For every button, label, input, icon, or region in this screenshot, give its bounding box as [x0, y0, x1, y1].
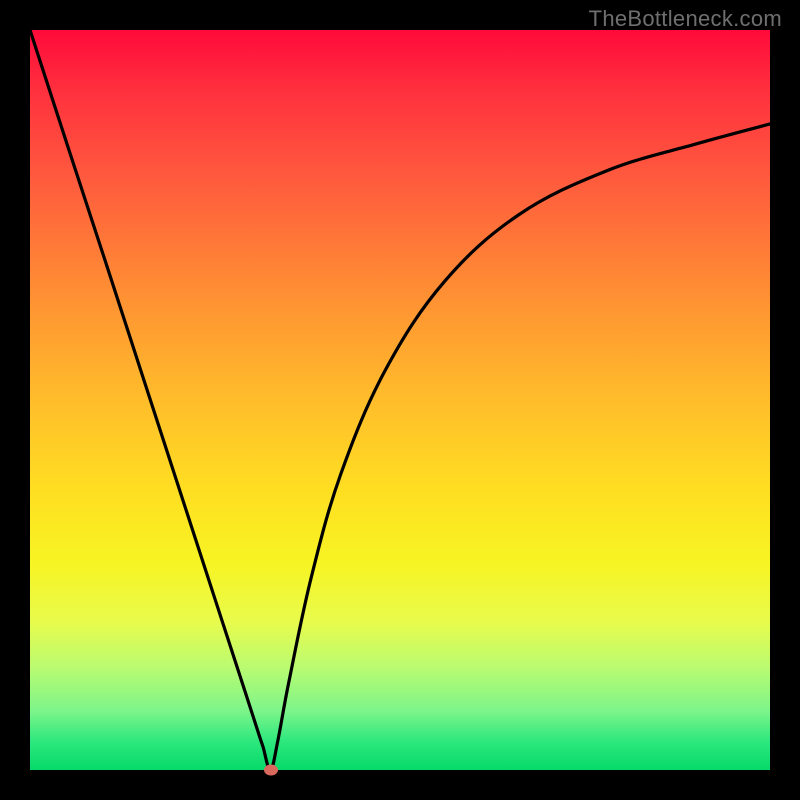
bottleneck-curve [30, 30, 770, 770]
watermark-text: TheBottleneck.com [589, 6, 782, 32]
curve-path [30, 30, 770, 770]
optimum-marker [264, 765, 278, 776]
plot-area [30, 30, 770, 770]
chart-frame: TheBottleneck.com [0, 0, 800, 800]
